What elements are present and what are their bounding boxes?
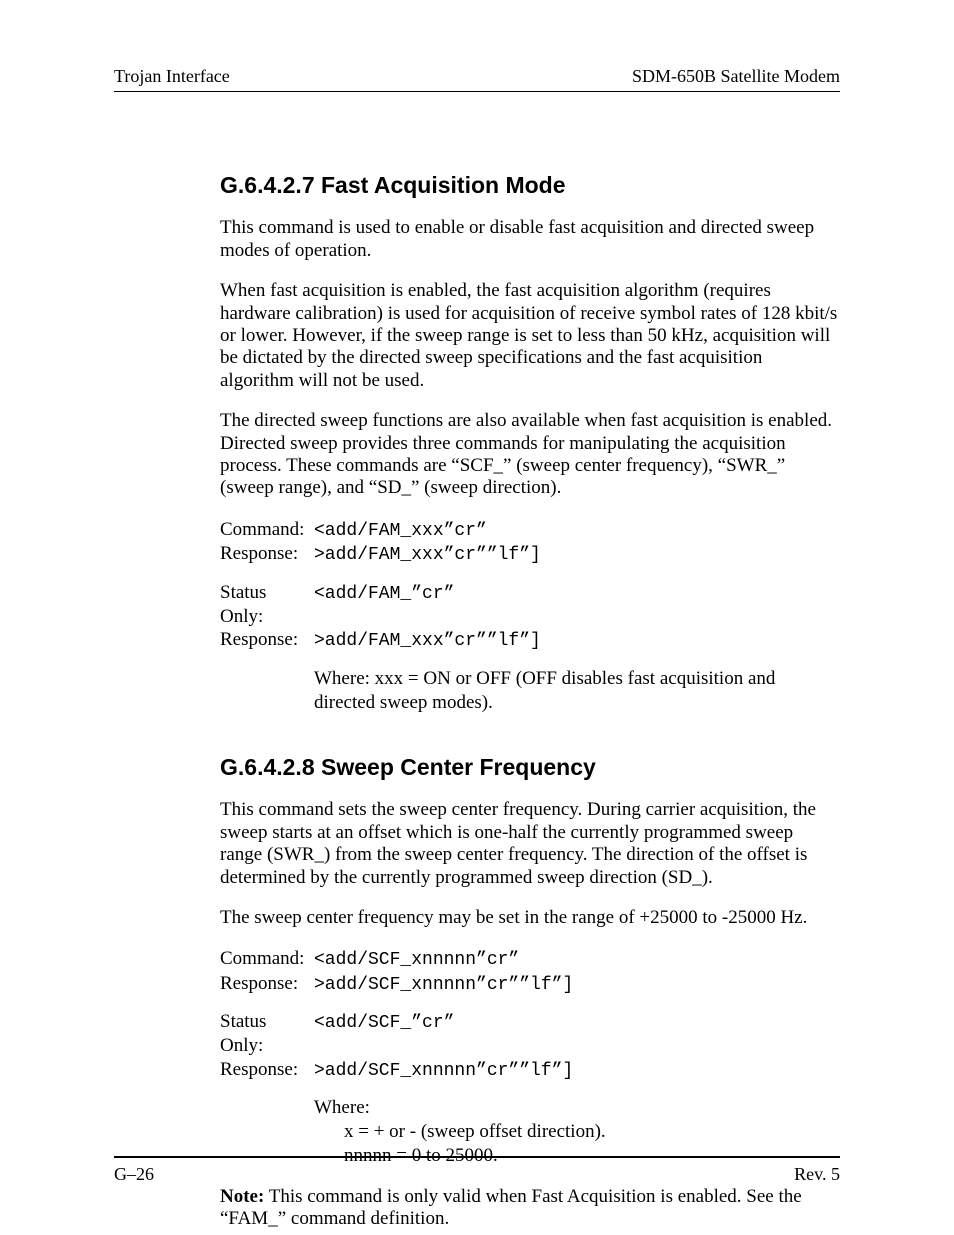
content-area: G.6.4.2.7 Fast Acquisition Mode This com… [114,172,840,1230]
heading-sweep-center-frequency: G.6.4.2.8 Sweep Center Frequency [220,754,840,781]
row-label: Command: [220,947,314,971]
footer-right: Rev. 5 [794,1164,840,1185]
paragraph: This command sets the sweep center frequ… [220,799,840,889]
running-header: Trojan Interface SDM-650B Satellite Mode… [114,66,840,87]
row-label: Response: [220,972,314,996]
row-code: <add/SCF_xnnnnn”cr” [314,949,519,972]
where-line: x = + or - (sweep offset direction). [344,1120,840,1144]
paragraph: This command is used to enable or disabl… [220,217,840,262]
command-block: Status Only: <add/FAM_”cr” Response: >ad… [220,581,840,653]
note-paragraph: Note: This command is only valid when Fa… [220,1186,840,1231]
paragraph: When fast acquisition is enabled, the fa… [220,280,840,392]
row-code: >add/FAM_xxx”cr””lf”] [314,630,541,653]
paragraph: The directed sweep functions are also av… [220,410,840,500]
row-label: Response: [220,628,314,652]
header-right: SDM-650B Satellite Modem [632,66,840,87]
heading-fast-acquisition-mode: G.6.4.2.7 Fast Acquisition Mode [220,172,840,199]
command-row: Status Only: <add/SCF_”cr” [220,1010,840,1058]
footer-left: G–26 [114,1164,154,1185]
row-label: Command: [220,518,314,542]
row-label: Status Only: [220,581,314,629]
row-code: <add/SCF_”cr” [314,1012,454,1035]
command-block: Command: <add/FAM_xxx”cr” Response: >add… [220,518,840,567]
where-clause: Where: [314,1096,840,1120]
command-row: Response: >add/SCF_xnnnnn”cr””lf”] [220,1058,840,1083]
page-footer: G–26 Rev. 5 [114,1156,840,1185]
header-left: Trojan Interface [114,66,230,87]
paragraph: The sweep center frequency may be set in… [220,907,840,929]
command-block: Status Only: <add/SCF_”cr” Response: >ad… [220,1010,840,1082]
page: Trojan Interface SDM-650B Satellite Mode… [0,0,954,1235]
row-code: <add/FAM_xxx”cr” [314,520,487,543]
row-label: Status Only: [220,1010,314,1058]
row-label: Response: [220,1058,314,1082]
command-row: Response: >add/FAM_xxx”cr””lf”] [220,628,840,653]
row-code: >add/SCF_xnnnnn”cr””lf”] [314,974,573,997]
note-text: This command is only valid when Fast Acq… [220,1186,802,1229]
note-label: Note: [220,1186,264,1207]
command-row: Command: <add/FAM_xxx”cr” [220,518,840,543]
row-code: >add/FAM_xxx”cr””lf”] [314,544,541,567]
row-label: Response: [220,542,314,566]
command-row: Response: >add/FAM_xxx”cr””lf”] [220,542,840,567]
command-block: Command: <add/SCF_xnnnnn”cr” Response: >… [220,947,840,996]
command-row: Response: >add/SCF_xnnnnn”cr””lf”] [220,972,840,997]
row-code: >add/SCF_xnnnnn”cr””lf”] [314,1060,573,1083]
footer-rule [114,1156,840,1158]
command-row: Command: <add/SCF_xnnnnn”cr” [220,947,840,972]
command-row: Status Only: <add/FAM_”cr” [220,581,840,629]
row-code: <add/FAM_”cr” [314,583,454,606]
header-rule [114,91,840,92]
where-clause: Where: xxx = ON or OFF (OFF disables fas… [314,667,840,715]
